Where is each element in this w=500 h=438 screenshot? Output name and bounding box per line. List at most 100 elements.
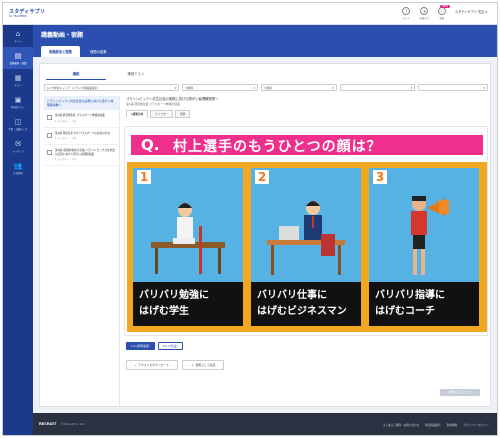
chevron-down-icon: ▾	[332, 85, 334, 90]
lecture-checkbox[interactable]	[47, 150, 52, 156]
chart-icon: ◫	[14, 117, 22, 126]
answer-option-2: 2 バリバリ仕事に はげむビジネスマン	[251, 168, 361, 326]
list-item[interactable]: 第2講 普段気をつけ パラスポーツの先生の方法 1 チャプター ・ 4分	[44, 128, 119, 146]
list-item[interactable]: 第1講 部活動生徒 パラスポーツ体験前授業 1 チャプター ・ 3分	[44, 110, 119, 128]
sidebar-item-data[interactable]: ◫ 学習・成績データ	[3, 113, 33, 135]
tab-course[interactable]: 講座	[46, 68, 106, 80]
guide-icon: ?	[402, 7, 411, 15]
option-caption-line1: バリバリ勉強に	[139, 290, 209, 301]
action-buttons: ⤓ テキストをダウンロード ＋ 閲覧として追加	[126, 360, 225, 370]
question-text: 村上選手のもうひとつの顔は？	[173, 139, 382, 155]
businessman-illustration	[267, 201, 345, 275]
option-caption: バリバリ勉強に はげむ学生	[133, 282, 243, 326]
tab-homework-results[interactable]: 宿題の結果	[82, 46, 114, 57]
answer-panels: 1 バリバリ勉強に はげむ学生 2 バリバリ仕事に はげむビジネスマン 3 バリ…	[127, 162, 487, 332]
sidebar-item-messages[interactable]: ✉ メッセージ	[3, 135, 33, 157]
sidebar-item-tests[interactable]: ▦ テスト	[3, 69, 33, 91]
coach-illustration	[411, 196, 449, 275]
subject-select[interactable]: 全教科 ▾	[182, 84, 259, 91]
new-button[interactable]: i NEW 新着	[437, 5, 450, 20]
download-text-button[interactable]: ⤓ テキストをダウンロード	[126, 360, 178, 370]
filter-select-4[interactable]: ▾	[339, 84, 416, 91]
tab-homework-delivery[interactable]: 宿題配信と閲覧	[41, 46, 81, 57]
category-select[interactable]: 全教科 ▾	[261, 84, 337, 91]
download-text-label: テキストをダウンロード	[138, 363, 169, 367]
tab-problem[interactable]: 問題	[175, 110, 191, 118]
page-header: 講義動画・宿題 宿題配信と閲覧 宿題の結果	[33, 25, 497, 57]
download-icon: ⤓	[135, 363, 137, 367]
app-window: スタディサプリ for TEACHERS ? ガイド ◔ お知らせ i NEW …	[2, 2, 498, 436]
bell-icon: ◔	[420, 7, 429, 15]
test-icon: ▦	[14, 73, 22, 82]
footer-link-report[interactable]: 特定授業報告	[425, 423, 441, 427]
lecture-meta: 1 チャプター ・ 4分	[55, 137, 77, 141]
sidebar-item-label: 到達度テスト	[10, 105, 26, 109]
video-tabs: 1講義全体 チャプター 問題	[126, 110, 191, 118]
home-icon: ⌂	[15, 29, 21, 38]
question-mark: Q.	[141, 136, 160, 154]
speed-double-button[interactable]: 2.0 (2倍速)	[157, 342, 183, 350]
plus-icon: ＋	[190, 363, 194, 367]
lecture-name: 第3講 (受講対象者の家族) パラリンピック共生社会の実現に向けた障がい者理解授…	[55, 149, 115, 156]
subject-select-value: 全教科	[185, 85, 194, 90]
sidebar-item-home[interactable]: ⌂ ホーム	[3, 25, 33, 47]
copyright: © Recruit Co., Ltd.	[61, 423, 86, 426]
lecture-name: 第2講 普段気をつけ パラスポーツの先生の方法	[55, 131, 111, 135]
sidebar-item-label: テスト	[14, 83, 22, 87]
news-label: お知らせ	[419, 17, 429, 20]
option-number: 1	[137, 170, 151, 184]
option-caption-line1: バリバリ指導に	[375, 290, 445, 301]
tab-chapter[interactable]: チャプター	[150, 110, 174, 118]
lecture-checkbox[interactable]	[47, 132, 52, 138]
sidebar-item-label: メッセージ	[12, 149, 24, 153]
footer: RECRUIT © Recruit Co., Ltd. よくあるご質問・お問い合…	[33, 413, 497, 435]
option-caption: バリバリ指導に はげむコーチ	[369, 282, 479, 326]
tab-check-test[interactable]: 確認テスト	[106, 68, 166, 80]
lecture-name: 第1講 部活動生徒 パラスポーツ体験前授業	[55, 114, 105, 117]
lecture-subtitle: 第1講 部活動生徒 パラスポーツ体験の授業	[126, 102, 180, 106]
footer-links: よくあるご質問・お問い合わせ 特定授業報告 利用規約 プライバシーポリシー	[383, 423, 489, 427]
course-select[interactable]: 11 学年別キャリア（バランス型職業探索） ▾	[44, 84, 180, 91]
guide-button[interactable]: ? ガイド	[402, 7, 411, 20]
category-select-value: 全教科	[264, 85, 273, 90]
sidebar-item-achievement[interactable]: ▣ 到達度テスト	[3, 91, 33, 113]
sidebar-item-label: 講義動画・宿題	[9, 61, 27, 65]
new-label: 新着	[439, 17, 445, 20]
footer-link-terms[interactable]: 利用規約	[447, 423, 457, 427]
option-caption-line2: はげむ学生	[139, 306, 189, 317]
add-to-viewing-label: 閲覧として追加	[195, 363, 216, 367]
footer-link-privacy[interactable]: プライバシーポリシー	[463, 423, 489, 427]
video-player[interactable]: Q. 村上選手のもうひとつの顔は？ 1 バリバリ勉強に はげむ学生 2 バリバリ…	[124, 126, 488, 336]
top-bar: スタディサプリ for TEACHERS ? ガイド ◔ お知らせ i NEW …	[3, 3, 497, 25]
sidebar: ⌂ ホーム ▤ 講義動画・宿題 ▦ テスト ▣ 到達度テスト ◫ 学習・成績デー…	[3, 25, 33, 435]
news-button[interactable]: ◔ お知らせ	[419, 7, 429, 20]
sidebar-item-label: 生徒管理	[13, 171, 23, 175]
logo-main: スタディサプリ	[9, 9, 46, 15]
option-caption: バリバリ仕事に はげむビジネスマン	[251, 282, 361, 326]
chevron-down-icon: ▾	[483, 85, 486, 90]
answer-option-1: 1 バリバリ勉強に はげむ学生	[133, 168, 243, 326]
filter-bar: 11 学年別キャリア（バランス型職業探索） ▾ 全教科 ▾ 全教科 ▾ ▾ ▾	[44, 84, 489, 92]
footer-logo: RECRUIT	[39, 422, 57, 426]
option-number: 3	[373, 170, 387, 184]
student-illustration	[151, 203, 225, 274]
user-menu[interactable]: スタディサプリ 先生 ▾	[455, 7, 487, 14]
lecture-checkbox[interactable]	[47, 115, 52, 120]
complete-viewing-button[interactable]: 視聴を完了にする	[440, 389, 480, 396]
sidebar-item-lectures[interactable]: ▤ 講義動画・宿題	[3, 47, 33, 69]
lecture-meta: 1 チャプター ・ 8分	[55, 158, 77, 162]
lecture-list-header[interactable]: パラリンピック〜共生社会の実現に向けた障がい者理解授業〜	[44, 96, 119, 110]
content-tabs: 講座 確認テスト	[46, 68, 166, 80]
filter-select-5[interactable]: ▾	[418, 84, 489, 91]
sidebar-item-label: 学習・成績データ	[8, 127, 28, 131]
lecture-list: パラリンピック〜共生社会の実現に向けた障がい者理解授業〜 第1講 部活動生徒 パ…	[44, 96, 120, 406]
add-to-viewing-button[interactable]: ＋ 閲覧として追加	[181, 360, 225, 370]
tab-full-lecture[interactable]: 1講義全体	[126, 110, 149, 118]
app-logo[interactable]: スタディサプリ for TEACHERS	[9, 8, 45, 18]
speed-normal-button[interactable]: 1.0 (標準速度)	[126, 342, 155, 350]
footer-link-faq[interactable]: よくあるご質問・お問い合わせ	[383, 423, 419, 427]
new-badge: NEW	[440, 5, 450, 8]
achievement-icon: ▣	[14, 95, 22, 104]
list-item[interactable]: 第3講 (受講対象者の家族) パラリンピック共生社会の実現に向けた障がい者理解授…	[44, 145, 119, 167]
sidebar-item-students[interactable]: 👥 生徒管理	[3, 157, 33, 179]
